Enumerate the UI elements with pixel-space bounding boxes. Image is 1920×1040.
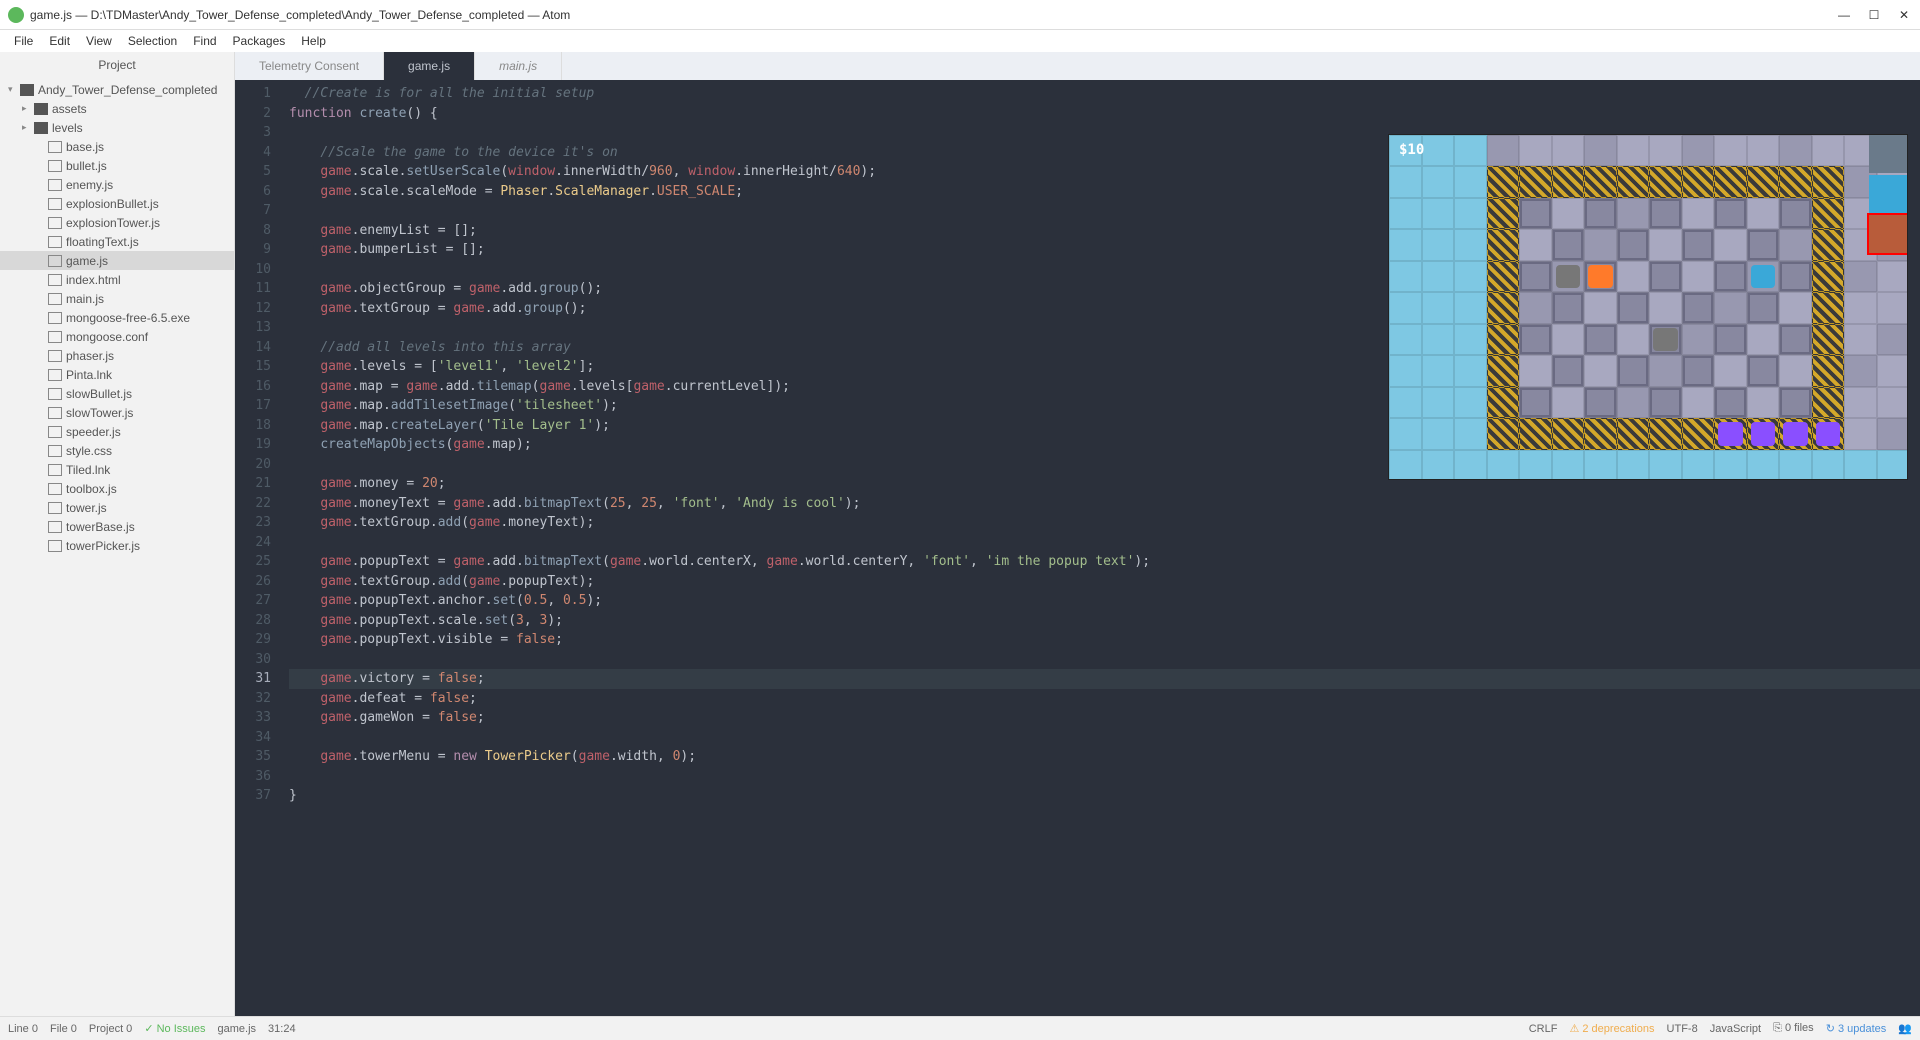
file-floatingtext-js[interactable]: floatingText.js	[0, 232, 234, 251]
maximize-button[interactable]: ☐	[1868, 8, 1880, 22]
file-phaser-js[interactable]: phaser.js	[0, 346, 234, 365]
folder-andy_tower_defense_completed[interactable]: ▾Andy_Tower_Defense_completed	[0, 80, 234, 99]
file-style-css[interactable]: style.css	[0, 441, 234, 460]
menu-bar: FileEditViewSelectionFindPackagesHelp	[0, 30, 1920, 52]
tab-telemetry-consent[interactable]: Telemetry Consent	[235, 52, 384, 80]
file-explosionbullet-js[interactable]: explosionBullet.js	[0, 194, 234, 213]
tab-game-js[interactable]: game.js	[384, 52, 475, 80]
project-sidebar: Project ▾Andy_Tower_Defense_completed▸as…	[0, 52, 235, 1016]
file-main-js[interactable]: main.js	[0, 289, 234, 308]
file-base-js[interactable]: base.js	[0, 137, 234, 156]
status-notifications-icon[interactable]: 👥	[1898, 1022, 1912, 1035]
game-money-label: $10	[1399, 141, 1424, 161]
status-filename[interactable]: game.js	[218, 1023, 257, 1035]
minimize-button[interactable]: —	[1838, 8, 1850, 22]
file-enemy-js[interactable]: enemy.js	[0, 175, 234, 194]
tower-option-2[interactable]	[1869, 175, 1907, 213]
status-file[interactable]: File 0	[50, 1023, 77, 1035]
menu-view[interactable]: View	[78, 32, 120, 50]
file-mongoose-conf[interactable]: mongoose.conf	[0, 327, 234, 346]
status-encoding[interactable]: UTF-8	[1667, 1023, 1698, 1035]
file-towerpicker-js[interactable]: towerPicker.js	[0, 536, 234, 555]
window-titlebar: game.js — D:\TDMaster\Andy_Tower_Defense…	[0, 0, 1920, 30]
menu-find[interactable]: Find	[185, 32, 224, 50]
menu-packages[interactable]: Packages	[225, 32, 294, 50]
close-button[interactable]: ✕	[1898, 8, 1910, 22]
status-eol[interactable]: CRLF	[1529, 1023, 1558, 1035]
menu-help[interactable]: Help	[293, 32, 334, 50]
menu-edit[interactable]: Edit	[41, 32, 78, 50]
file-index-html[interactable]: index.html	[0, 270, 234, 289]
file-game-js[interactable]: game.js	[0, 251, 234, 270]
window-title: game.js — D:\TDMaster\Andy_Tower_Defense…	[30, 8, 1912, 22]
game-preview-panel: $10	[1388, 134, 1908, 480]
line-gutter: 1234567891011121314151617181920212223242…	[235, 80, 281, 1016]
file-explosiontower-js[interactable]: explosionTower.js	[0, 213, 234, 232]
status-line[interactable]: Line 0	[8, 1023, 38, 1035]
status-language[interactable]: JavaScript	[1710, 1023, 1761, 1035]
file-bullet-js[interactable]: bullet.js	[0, 156, 234, 175]
status-updates[interactable]: ↻ 3 updates	[1826, 1022, 1887, 1035]
file-mongoose-free-6-5-exe[interactable]: mongoose-free-6.5.exe	[0, 308, 234, 327]
status-deprecations[interactable]: ⚠ 2 deprecations	[1569, 1022, 1654, 1035]
file-slowtower-js[interactable]: slowTower.js	[0, 403, 234, 422]
menu-selection[interactable]: Selection	[120, 32, 185, 50]
status-project[interactable]: Project 0	[89, 1023, 132, 1035]
status-issues[interactable]: ✓ No Issues	[144, 1022, 205, 1035]
file-towerbase-js[interactable]: towerBase.js	[0, 517, 234, 536]
window-controls: — ☐ ✕	[1838, 8, 1910, 22]
tab-bar: Telemetry Consentgame.jsmain.js	[235, 52, 1920, 80]
tower-option-1[interactable]	[1869, 135, 1907, 173]
file-toolbox-js[interactable]: toolbox.js	[0, 479, 234, 498]
status-bar: Line 0 File 0 Project 0 ✓ No Issues game…	[0, 1016, 1920, 1040]
main-area: Project ▾Andy_Tower_Defense_completed▸as…	[0, 52, 1920, 1016]
file-pinta-lnk[interactable]: Pinta.lnk	[0, 365, 234, 384]
file-slowbullet-js[interactable]: slowBullet.js	[0, 384, 234, 403]
code-editor[interactable]: 1234567891011121314151617181920212223242…	[235, 80, 1920, 1016]
status-cursor[interactable]: 31:24	[268, 1023, 296, 1035]
status-git-files[interactable]: ⎘ 0 files	[1773, 1022, 1814, 1035]
folder-levels[interactable]: ▸levels	[0, 118, 234, 137]
editor-area: Telemetry Consentgame.jsmain.js 12345678…	[235, 52, 1920, 1016]
file-tower-js[interactable]: tower.js	[0, 498, 234, 517]
file-speeder-js[interactable]: speeder.js	[0, 422, 234, 441]
tower-option-3[interactable]	[1869, 215, 1907, 253]
atom-app-icon	[8, 7, 24, 23]
sidebar-header: Project	[0, 52, 234, 78]
file-tiled-lnk[interactable]: Tiled.lnk	[0, 460, 234, 479]
tab-main-js[interactable]: main.js	[475, 52, 562, 80]
tower-picker-panel	[1869, 135, 1907, 253]
menu-file[interactable]: File	[6, 32, 41, 50]
folder-assets[interactable]: ▸assets	[0, 99, 234, 118]
file-tree[interactable]: ▾Andy_Tower_Defense_completed▸assets▸lev…	[0, 78, 234, 1016]
